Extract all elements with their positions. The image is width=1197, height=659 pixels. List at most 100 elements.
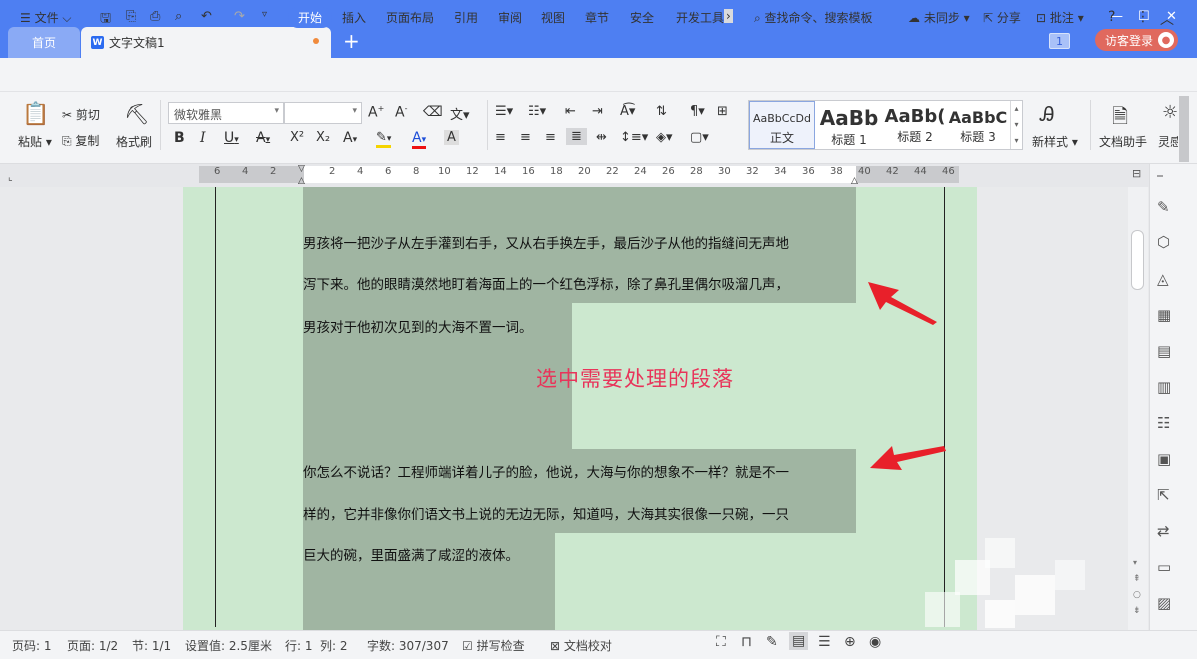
new-style-icon[interactable]: Ꭿ [1040, 102, 1054, 126]
justify-icon[interactable]: ≣ [566, 128, 587, 145]
translate-icon[interactable]: ⇄ [1157, 522, 1170, 540]
ribbon-scrollbar[interactable] [1179, 96, 1189, 162]
shading-icon[interactable]: ◈▾ [656, 130, 673, 145]
help-icon[interactable]: ? [1108, 9, 1115, 25]
font-color-icon[interactable]: A▾ [412, 130, 427, 149]
outline-view-icon[interactable]: ☰ [818, 634, 831, 650]
style-heading-2[interactable]: AaBb( 标题 2 [882, 101, 948, 149]
show-marks-icon[interactable]: ¶▾ [690, 104, 705, 119]
next-page-icon[interactable]: ⇟ [1133, 606, 1141, 616]
status-page[interactable]: 页面: 1/2 [67, 637, 118, 654]
tab-stops-icon[interactable]: ⊞ [717, 104, 728, 119]
paragraph-1-line-1[interactable]: 男孩将一把沙子从左手灌到右手，又从右手换左手，最后沙子从他的指缝间无声地 [303, 232, 789, 252]
grow-font-icon[interactable]: A+ [368, 104, 384, 121]
font-name-select[interactable]: 微软雅黑 ▾ [168, 102, 284, 124]
quick-access-dropdown-icon[interactable]: ▿ [262, 9, 267, 20]
tab-section[interactable]: 章节 [585, 9, 609, 26]
tab-reference[interactable]: 引用 [454, 9, 478, 26]
tab-review[interactable]: 审阅 [498, 9, 522, 26]
tab-document[interactable]: W 文字文稿1 [81, 27, 331, 58]
paragraph-1-line-3[interactable]: 男孩对于他初次见到的大海不置一词。 [303, 316, 533, 336]
highlight-icon[interactable]: ✎▾ [376, 130, 392, 148]
hanging-indent-icon[interactable]: △ [298, 176, 305, 186]
superscript-icon[interactable]: X² [290, 130, 304, 145]
shrink-font-icon[interactable]: A- [395, 104, 407, 121]
increase-indent-icon[interactable]: ⇥ [592, 104, 603, 119]
archive-icon[interactable]: ▭ [1157, 558, 1171, 576]
file-menu[interactable]: ☰ 文件 ⌵ [20, 9, 72, 26]
strikethrough-icon[interactable]: A▾ [256, 130, 270, 146]
image-icon[interactable]: ▣ [1157, 450, 1171, 468]
subscript-icon[interactable]: X₂ [316, 130, 330, 145]
doc-assistant-icon[interactable]: 🗎 [1112, 102, 1128, 136]
page-view-icon[interactable]: ▤ [789, 632, 809, 650]
format-painter-button[interactable]: 格式刷 [116, 133, 152, 150]
web-view-icon[interactable]: ⊕ [844, 634, 856, 650]
panel-collapse-icon[interactable]: ⎯ [1157, 168, 1163, 183]
apps-grid-icon[interactable]: ▤ [1157, 342, 1171, 360]
bold-icon[interactable]: B [174, 130, 185, 146]
command-search[interactable]: ⌕ 查找命令、搜索模板 [754, 9, 873, 26]
guest-login-button[interactable]: 访客登录 ● [1095, 29, 1178, 51]
format-painter-icon[interactable]: ⛏ [124, 102, 149, 126]
chart-icon[interactable]: ▥ [1157, 378, 1171, 396]
inspiration-icon[interactable]: ☼ [1162, 102, 1178, 123]
scroll-down-icon[interactable]: ▾ [1133, 558, 1137, 567]
numbered-list-icon[interactable]: ☷▾ [528, 104, 546, 119]
window-count-badge[interactable]: 1 [1049, 33, 1070, 49]
paragraph-2-line-2[interactable]: 样的，它并非像你们语文书上说的无边无际，知道吗，大海其实很像一只碗，一只 [303, 503, 789, 523]
export-icon[interactable]: ⎘ [126, 9, 136, 24]
tab-selector-icon[interactable]: ⌞ [8, 172, 13, 183]
sync-status[interactable]: ☁ 未同步 ▾ [908, 9, 970, 26]
new-style-button[interactable]: 新样式 ▾ [1032, 133, 1078, 150]
paragraph-1-line-2[interactable]: 泻下来。他的眼睛漠然地盯着海面上的一个红色浮标，除了鼻孔里偶尔吸溜几声， [303, 273, 789, 293]
fullscreen-icon[interactable]: ⛶ [716, 634, 726, 650]
tab-security[interactable]: 安全 [630, 9, 654, 26]
doc-assistant-button[interactable]: 文档助手 [1099, 133, 1147, 150]
align-center-icon[interactable]: ≡ [520, 130, 531, 145]
distribute-icon[interactable]: ⇹ [596, 130, 607, 145]
paste-button[interactable]: 粘贴 ▾ [18, 133, 52, 150]
eye-protect-icon[interactable]: ◉ [869, 634, 881, 650]
status-row[interactable]: 行: 1 [285, 637, 313, 654]
char-shading-icon[interactable]: A [444, 130, 459, 145]
tab-home[interactable]: 首页 [8, 27, 80, 58]
text-effect-icon[interactable]: A▾ [343, 130, 357, 146]
chinese-layout-icon[interactable]: A͡▾ [620, 104, 635, 119]
first-line-indent-icon[interactable]: ▽ [298, 164, 305, 174]
shapes-icon[interactable]: ⬡ [1157, 233, 1170, 251]
tab-start[interactable]: 开始 [288, 7, 333, 28]
status-word-count[interactable]: 字数: 307/307 [367, 637, 449, 654]
ruler-toggle-icon[interactable]: ⊟ [1132, 167, 1141, 180]
style-normal[interactable]: AaBbCcDd 正文 [749, 101, 815, 149]
underline-icon[interactable]: U▾ [224, 130, 239, 146]
share-button[interactable]: ⇱ 分享 [983, 9, 1021, 26]
phonetic-icon[interactable]: 文▾ [450, 104, 470, 123]
read-mode-icon[interactable]: ⊓ [741, 634, 752, 650]
border-icon[interactable]: ▢▾ [690, 130, 709, 145]
spell-check-button[interactable]: ☑ 拼写检查 [462, 637, 525, 654]
align-right-icon[interactable]: ≡ [545, 130, 556, 145]
comment-button[interactable]: ⊡ 批注 ▾ [1036, 9, 1084, 26]
tab-developer[interactable]: 开发工具 [676, 9, 724, 26]
print-icon[interactable]: ⎙ [150, 9, 160, 24]
preview-icon[interactable]: ⌕ [175, 9, 182, 24]
status-setting[interactable]: 设置值: 2.5厘米 [185, 637, 272, 654]
inspiration-button[interactable]: 灵感 [1158, 133, 1178, 150]
redo-icon[interactable]: ↷ [234, 9, 245, 24]
new-tab-button[interactable]: + [343, 29, 360, 53]
paragraph-2-line-1[interactable]: 你怎么不说话？工程师端详着儿子的脸，他说，大海与你的想象不一样？就是不一 [303, 461, 789, 481]
pen-icon[interactable]: ✎ [1157, 198, 1170, 216]
paragraph-2-line-3[interactable]: 巨大的碗，里面盛满了咸涩的液体。 [303, 544, 519, 564]
collapse-icon[interactable]: ︿ [1160, 9, 1174, 29]
decrease-indent-icon[interactable]: ⇤ [565, 104, 576, 119]
clear-format-icon[interactable]: ⌫ [423, 104, 443, 120]
right-indent-icon[interactable]: △ [851, 176, 858, 186]
font-size-select[interactable]: ▾ [284, 102, 362, 124]
settings-sliders-icon[interactable]: ☷ [1157, 414, 1170, 432]
italic-icon[interactable]: I [200, 130, 206, 146]
undo-icon[interactable]: ↶ [201, 9, 212, 24]
status-section[interactable]: 节: 1/1 [132, 637, 171, 654]
bullet-list-icon[interactable]: ☰▾ [495, 104, 513, 119]
more-tabs-icon[interactable]: › [724, 9, 733, 23]
